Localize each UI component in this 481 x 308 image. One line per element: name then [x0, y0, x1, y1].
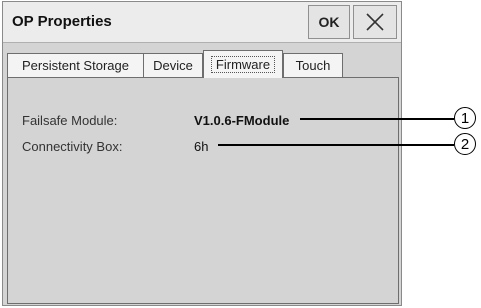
connectivity-box-label: Connectivity Box:: [22, 139, 123, 154]
close-icon: [366, 13, 384, 31]
dialog-title: OP Properties: [12, 13, 112, 30]
tab-device[interactable]: Device: [143, 53, 203, 77]
failsafe-module-label: Failsafe Module:: [22, 113, 118, 128]
title-bar: OP Properties OK: [3, 2, 401, 43]
tab-firmware[interactable]: Firmware: [203, 50, 283, 78]
tab-label: Touch: [295, 58, 331, 73]
callout-line-2: [218, 144, 454, 146]
callout-line-1: [300, 118, 454, 120]
callout-marker-1: 1: [454, 107, 476, 129]
failsafe-module-value: V1.0.6-FModule: [194, 113, 290, 128]
tab-strip: Persistent Storage Device Firmware Touch: [3, 43, 401, 78]
tab-label: Persistent Storage: [22, 58, 129, 73]
connectivity-box-value: 6h: [194, 139, 209, 154]
tab-label: Firmware: [210, 56, 276, 73]
callout-marker-2: 2: [454, 133, 476, 155]
op-properties-dialog: OP Properties OK Persistent Storage Devi…: [2, 1, 402, 306]
ok-button[interactable]: OK: [308, 5, 350, 39]
close-button[interactable]: [353, 5, 397, 39]
screenshot: OP Properties OK Persistent Storage Devi…: [0, 0, 481, 308]
tab-persistent-storage[interactable]: Persistent Storage: [7, 53, 144, 77]
tab-label: Device: [153, 58, 193, 73]
firmware-panel: Failsafe Module: V1.0.6-FModule Connecti…: [7, 78, 399, 304]
tab-touch[interactable]: Touch: [283, 53, 343, 77]
